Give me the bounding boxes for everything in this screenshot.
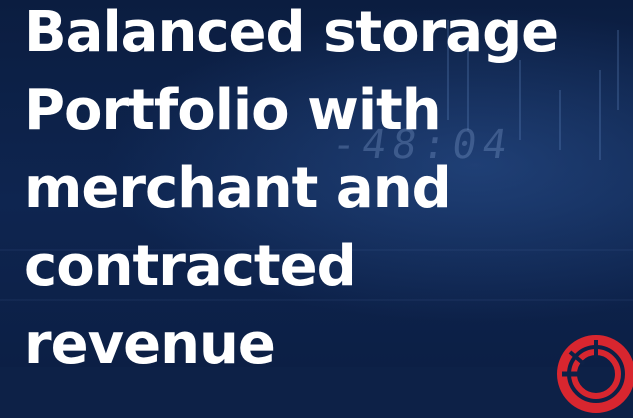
title-line-3: merchant and bbox=[24, 156, 452, 221]
title-line-5: revenue bbox=[24, 312, 276, 377]
title-line-1: Balanced storage bbox=[24, 0, 559, 65]
title-line-2: Portfolio with bbox=[24, 78, 442, 143]
red-ring-logo-icon bbox=[556, 334, 633, 414]
title-line-4: contracted bbox=[24, 234, 357, 299]
page-title: Balanced storage Portfolio with merchant… bbox=[24, 0, 624, 384]
